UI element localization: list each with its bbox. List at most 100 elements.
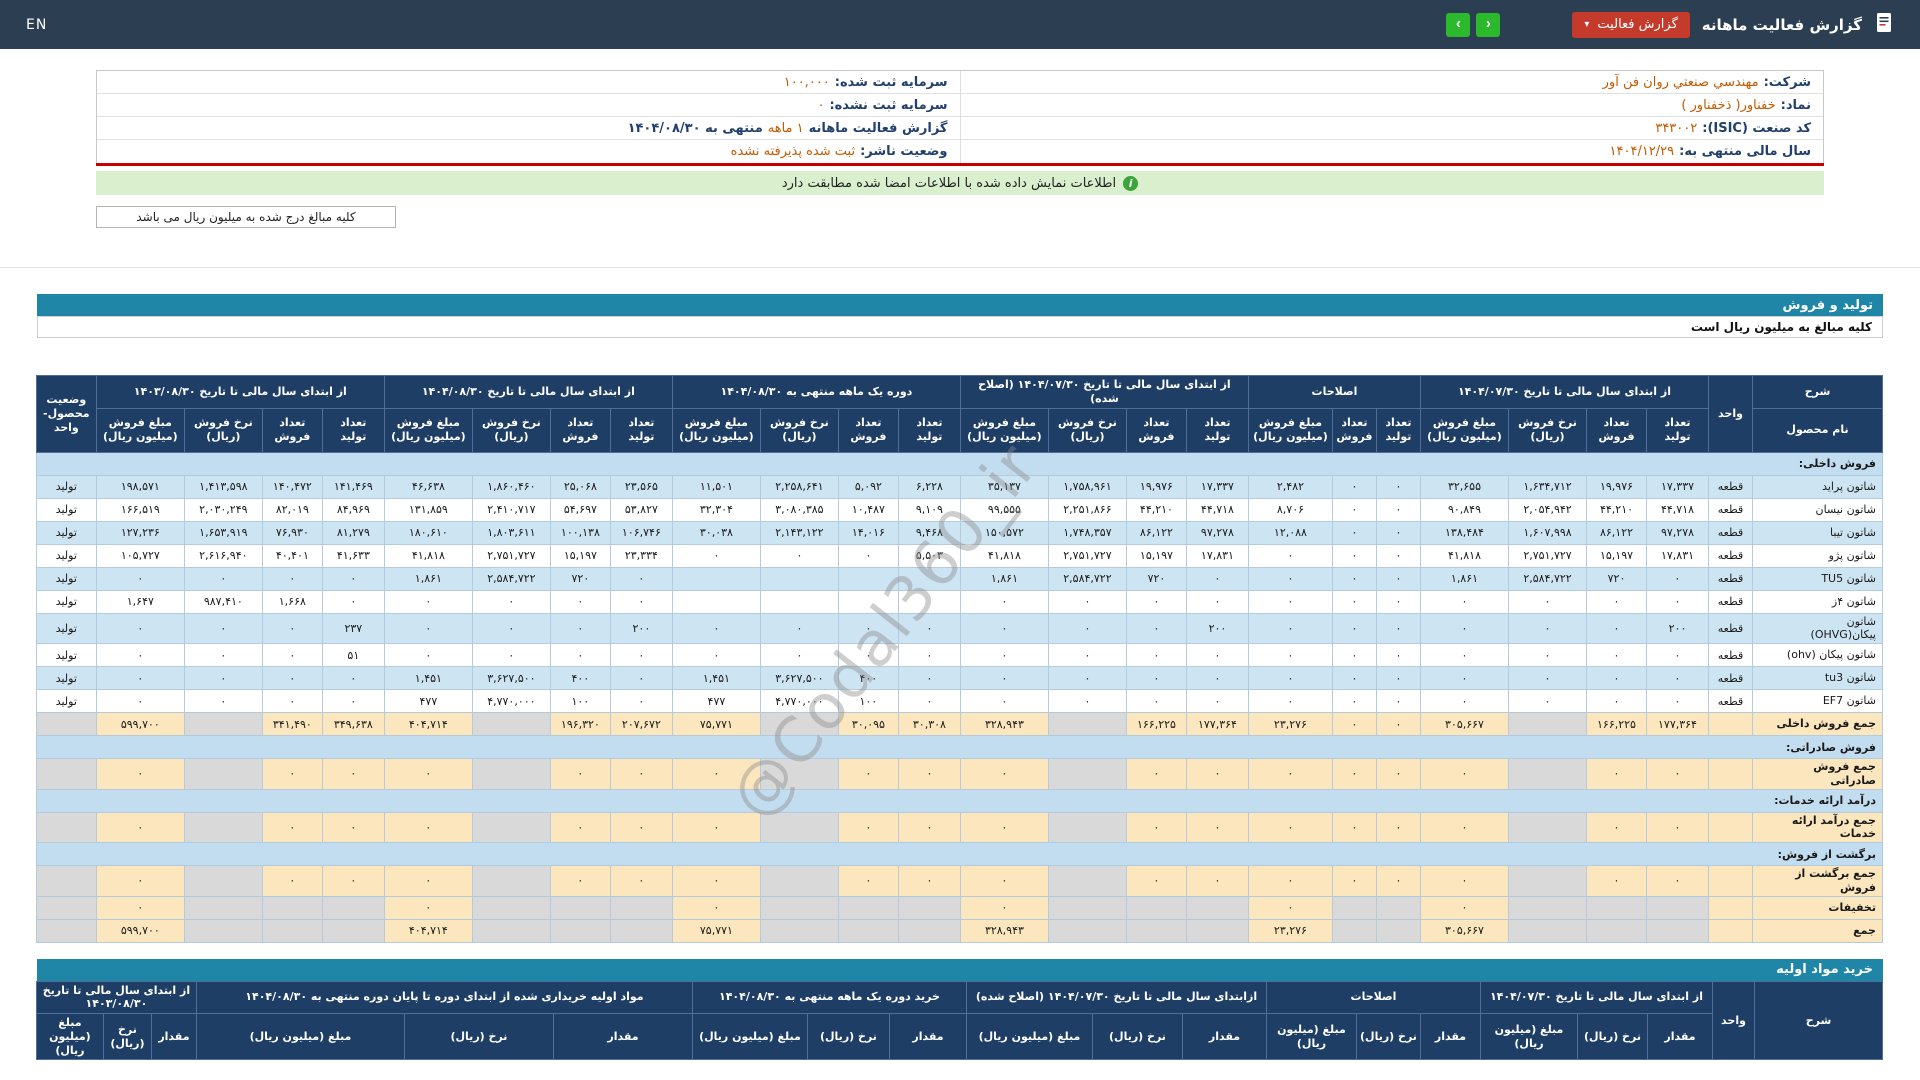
value-cell: ۰ [1247,543,1333,568]
value-cell: ۴۴,۲۱۰ [1125,497,1187,522]
value-cell: ۰ [1247,811,1333,843]
product-name: شاتون پراید [1752,474,1883,499]
value-cell: ۰ [609,666,673,690]
value-cell [1047,918,1127,943]
subcolumn-header: تعداد فروش [837,407,899,453]
section-row: برگشت از فروش: [35,842,1884,866]
info-row-company: شرکت: مهندسي صنعتي روان فن آور [960,71,1823,94]
value-cell: ۰ [1508,666,1587,690]
value-cell: ۴,۷۷۰,۰۰۰ [759,689,839,713]
subcolumn-header: تعداد تولید [897,407,961,453]
value-cell: ۰ [1047,689,1127,713]
value-cell [1508,895,1587,920]
value-cell [1375,895,1421,920]
value-cell [759,895,839,920]
unit-cell [1708,895,1753,920]
unit-cell: قطعه [1708,520,1753,545]
value-cell [837,589,899,614]
value-cell: ۱۸۰,۶۱۰ [383,520,473,545]
value-cell [897,566,961,591]
value-cell: ۵۹۹,۷۰۰ [95,918,185,943]
scope-header: شرح [1754,980,1883,1061]
status-cell: تولید [35,474,97,499]
total-row: تخفیفات ۰ ۰ ۰ ۰ ۰ ۰ [35,895,1883,920]
value-cell: ۸۴,۹۶۹ [321,497,385,522]
value-cell: ۲۰۰ [609,612,673,644]
value-cell: ۴۰۰ [837,666,899,690]
value-cell: ۷۵,۷۷۱ [671,918,761,943]
value-cell: ۰ [1331,689,1377,713]
unit-cell [1708,811,1753,843]
value-cell: ۰ [261,758,323,790]
product-name: شاتون ۴ز [1752,589,1883,614]
value-cell: ۰ [897,811,961,843]
value-cell: ۸۶,۱۲۲ [1125,520,1187,545]
value-cell: ۰ [383,811,473,843]
company-info-right-column: شرکت: مهندسي صنعتي روان فن آور نماد: خفن… [959,71,1824,163]
value-cell [759,758,839,790]
value-cell: ۰ [183,566,263,591]
value-cell: ۳۲۸,۹۴۳ [959,712,1049,736]
total-label: جمع فروش داخلی [1752,712,1883,736]
nav-forward-button[interactable]: › [1476,12,1501,37]
value-cell: ۱۷,۸۳۱ [1646,543,1709,568]
value-cell: ۱۰۰,۱۳۸ [549,520,611,545]
value-cell: ۰ [1331,612,1377,644]
total-label: جمع [1752,918,1883,943]
value-cell: ۳۰۵,۶۶۷ [1419,918,1510,943]
subcolumn-header: مقدار [888,1012,967,1061]
value-cell: ۱۰۵,۷۲۷ [95,543,185,568]
subcolumn-header: تعداد فروش [261,407,323,453]
subcolumn-header: تعداد فروش [1586,407,1647,453]
info-row-publisher-status: وضعیت ناشر: ثبت شده پذیرفته نشده [97,140,960,163]
total-label: جمع فروش صادراتی [1752,758,1883,790]
value-cell: ۱۴۰,۴۷۲ [261,474,323,499]
red-divider [96,163,1824,166]
value-cell: ۰ [1586,666,1647,690]
status-cell: تولید [35,666,97,690]
section-row: درآمد ارائه خدمات: [35,788,1884,813]
value-cell: ۰ [1125,612,1187,644]
header-group-row: شرح واحد از ابتدای سال مالی تا تاریخ ۱۴۰۴/… [35,375,1883,453]
unit-cell: قطعه [1708,612,1753,644]
value-cell: ۰ [1047,612,1127,644]
value-cell: ۰ [1247,566,1333,591]
product-name: شاتون پیکان (ohv) [1752,643,1883,667]
info-value: ثبت شده پذیرفته نشده [730,144,856,159]
value-cell: ۴۰,۴۰۱ [261,543,323,568]
status-cell: تولید [35,520,97,545]
nav-back-button[interactable]: ‹ [1446,12,1471,37]
value-cell: ۴۴,۷۱۸ [1185,497,1249,522]
value-cell: ۰ [549,865,611,897]
value-cell: ۰ [671,543,761,568]
subcolumn-header: نرخ (ریال) [806,1012,890,1061]
value-cell [897,895,961,920]
group-header: از ابتدای سال مالی تا تاریخ ۱۴۰۴/۰۸/۳۰ [383,375,673,409]
value-cell: ۰ [959,612,1049,644]
value-cell: ۰ [549,643,611,667]
subcolumn-header: نرخ (ریال) [403,1012,554,1061]
value-cell: ۰ [1375,543,1421,568]
value-cell: ۰ [95,811,185,843]
report-icon [1874,12,1894,38]
value-cell [1508,865,1587,897]
value-cell [183,758,263,790]
raw-material-purchase-table: شرح واحد از ابتدای سال مالی تا تاریخ ۱۴۰۴/… [35,980,1883,1061]
language-switch-en[interactable]: EN [26,17,47,33]
total-row: جمع فروش داخلی ۱۷۷,۳۶۴ ۱۶۶,۲۲۵ ۳۰۵,۶۶۷ ۰ ۰ ۲۳,… [35,712,1883,736]
value-cell: ۲,۲۵۱,۸۶۶ [1047,497,1127,522]
value-cell: ۰ [1331,758,1377,790]
value-cell: ۰ [1646,666,1709,690]
product-header: نام محصول [1752,407,1883,453]
value-cell [837,895,899,920]
company-info-left-column: سرمایه ثبت شده: ۱۰۰,۰۰۰ سرمایه ثبت نشده:… [97,71,960,163]
subcolumn-header: مبلغ (میلیون ریال) [1479,1012,1579,1061]
report-navigation: › ‹ [1446,12,1501,37]
value-cell: ۱۲۷,۲۳۶ [95,520,185,545]
value-cell: ۱۵۰,۵۷۲ [959,520,1049,545]
report-type-dropdown[interactable]: گزارش فعالیت ▾ [1572,11,1690,38]
info-row-fiscal-year: سال مالی منتهی به: ۱۴۰۴/۱۲/۲۹ [961,140,1824,163]
value-cell: ۰ [959,865,1049,897]
value-cell: ۰ [1125,811,1187,843]
value-cell: ۰ [609,758,673,790]
